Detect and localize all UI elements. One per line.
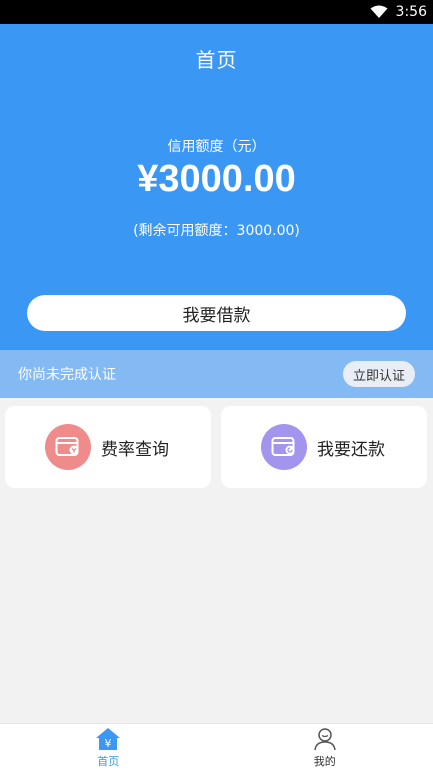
user-icon: [314, 727, 336, 750]
repay-label: 我要还款: [317, 439, 385, 460]
verification-bar: 你尚未完成认证 立即认证: [0, 350, 433, 398]
tab-profile-label: 我的: [313, 754, 336, 768]
verification-message: 你尚未完成认证: [18, 367, 116, 383]
credit-limit-label: 信用额度（元）: [167, 139, 266, 155]
status-bar: 3:56: [0, 0, 433, 24]
page-title: 首页: [195, 48, 238, 72]
credit-limit-amount: ¥3000.00: [137, 158, 296, 200]
rate-query-card[interactable]: 费率查询: [5, 406, 211, 488]
tab-home-label: 首页: [97, 754, 120, 768]
rate-wallet-icon: [45, 424, 91, 470]
credit-hero: 首页 信用额度（元） ¥3000.00 (剩余可用额度：3000.00) 我要借…: [0, 24, 433, 350]
repay-wallet-icon: [261, 424, 307, 470]
verify-now-button[interactable]: 立即认证: [342, 361, 415, 387]
home-yuan-icon: ¥: [96, 727, 121, 750]
bottom-tab-bar: ¥ 首页 我的: [0, 723, 433, 771]
svg-text:¥: ¥: [105, 737, 112, 750]
repay-card[interactable]: 我要还款: [221, 406, 427, 488]
tab-profile[interactable]: 我的: [217, 724, 433, 771]
status-time: 3:56: [395, 4, 427, 20]
rate-query-label: 费率查询: [101, 439, 169, 460]
wifi-icon: [370, 5, 388, 18]
borrow-button[interactable]: 我要借款: [27, 295, 406, 331]
remaining-limit: (剩余可用额度：3000.00): [133, 223, 300, 239]
tab-home[interactable]: ¥ 首页: [0, 724, 217, 771]
